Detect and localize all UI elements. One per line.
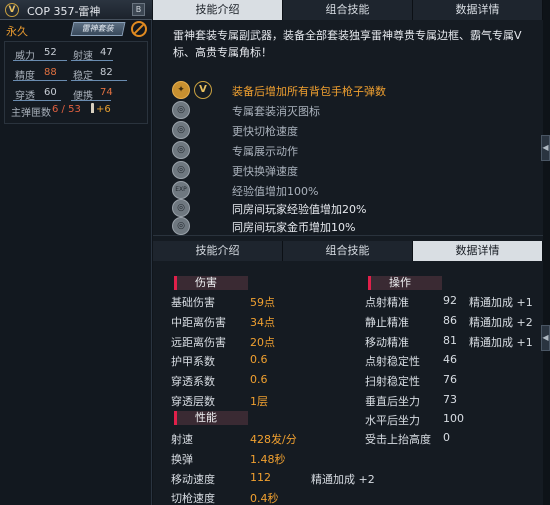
detail-panel: 技能介绍 组合技能 数据详情 雷神套装专属副武器，装备全部套装独享雷神尊贵专属边…	[153, 0, 543, 505]
exp-icon: EXP	[172, 181, 190, 199]
stat-label: 穿透层数	[171, 395, 215, 408]
ammo-bonus: +6	[96, 104, 111, 115]
stat-label: 护甲系数	[171, 355, 215, 368]
kill-icon: ◎	[172, 101, 190, 119]
swap-icon: ◎	[172, 121, 190, 139]
stat-bar	[13, 100, 61, 101]
stat-bar	[71, 60, 113, 61]
stat-value: 86	[443, 314, 457, 327]
mastery-bonus: 精通加成 +1	[469, 296, 533, 309]
stat-value: 1层	[250, 395, 268, 408]
reload-icon: ◎	[172, 161, 190, 179]
stat-value: 20点	[250, 336, 275, 349]
stat-value: 74	[100, 87, 113, 98]
weapon-name: COP 357-雷神	[27, 5, 101, 18]
stat-value: 34点	[250, 316, 275, 329]
stat-label: 切枪速度	[171, 492, 215, 505]
stat-value: 0.4秒	[250, 492, 279, 505]
stat-label: 受击上抬高度	[365, 433, 431, 446]
ammo-value: 6 / 53	[52, 104, 81, 115]
stat-value: 0.6	[250, 353, 268, 366]
tab-combo-skill[interactable]: 组合技能	[283, 241, 413, 261]
stat-label: 水平后坐力	[365, 414, 420, 427]
mastery-bonus: 精通加成 +1	[469, 336, 533, 349]
brand-tag: 雷神套装	[70, 22, 126, 36]
stat-value: 112	[250, 471, 271, 484]
feature-text: 更快切枪速度	[232, 125, 298, 138]
stat-value: 60	[44, 87, 57, 98]
feature-text: 经验值增加100%	[232, 185, 319, 198]
top-tab-bar: 技能介绍 组合技能 数据详情	[153, 0, 543, 20]
tab-data-details[interactable]: 数据详情	[413, 0, 543, 20]
stat-label: 移动精准	[365, 336, 409, 349]
tab-data-details[interactable]: 数据详情	[413, 241, 543, 261]
stat-bar	[71, 80, 127, 81]
bullet-icon	[91, 103, 94, 113]
showcase-icon: ◎	[172, 141, 190, 159]
duration-label: 永久	[6, 25, 28, 38]
stat-value: 92	[443, 294, 457, 307]
weapon-description: 雷神套装专属副武器，装备全部套装独享雷神尊贵专属边框、霸气专属V标、高贵专属角标…	[173, 29, 522, 59]
ammo-label: 主弹匣数	[11, 108, 51, 119]
stat-value: 428发/分	[250, 433, 297, 446]
scroll-edge	[543, 0, 550, 505]
stat-label: 射速	[171, 433, 193, 446]
detail-tab-bar: 技能介绍 组合技能 数据详情	[153, 241, 543, 261]
section-divider	[153, 235, 543, 236]
stat-value: 59点	[250, 296, 275, 309]
stat-value: 81	[443, 334, 457, 347]
v-badge-icon: V	[194, 81, 212, 99]
stat-value: 76	[443, 373, 457, 386]
stat-value: 52	[44, 47, 57, 58]
feature-text: 专属展示动作	[232, 145, 298, 158]
stat-value: 73	[443, 393, 457, 406]
team-exp-icon: ◎	[172, 199, 190, 217]
tab-combo-skill[interactable]: 组合技能	[283, 0, 413, 20]
feature-text: 装备后增加所有背包手枪子弹数	[232, 85, 386, 98]
stat-label: 基础伤害	[171, 296, 215, 309]
stat-value: 100	[443, 412, 464, 425]
chevron-left-icon[interactable]: ◀	[541, 325, 550, 351]
stat-value: 88	[44, 67, 57, 78]
performance-section-header: 性能	[174, 411, 248, 425]
feature-text: 更快换弹速度	[232, 165, 298, 178]
stat-value: 0	[443, 431, 450, 444]
feature-text: 同房间玩家经验值增加20%	[232, 203, 367, 216]
weapon-header: V COP 357-雷神 B	[0, 0, 152, 20]
mastery-bonus: 精通加成 +2	[469, 316, 533, 329]
stat-label: 扫射稳定性	[365, 375, 420, 388]
stat-label: 中距离伤害	[171, 316, 226, 329]
stat-bar	[13, 60, 67, 61]
stat-label: 垂直后坐力	[365, 395, 420, 408]
stat-label: 点射稳定性	[365, 355, 420, 368]
stat-value: 47	[100, 47, 113, 58]
stat-label: 远距离伤害	[171, 336, 226, 349]
stat-value: 82	[100, 67, 113, 78]
stat-label: 穿透系数	[171, 375, 215, 388]
stat-label: 静止精准	[365, 316, 409, 329]
stat-value: 46	[443, 353, 457, 366]
stat-bar	[13, 80, 67, 81]
tab-skill-intro[interactable]: 技能介绍	[153, 0, 283, 20]
weapon-info-panel: V COP 357-雷神 B 永久 雷神套装 威力 52 射速 47 精度 88…	[0, 0, 152, 505]
mastery-bonus: 精通加成 +2	[311, 473, 375, 486]
tab-skill-intro[interactable]: 技能介绍	[153, 241, 283, 261]
feature-text: 同房间玩家金币增加10%	[232, 221, 356, 234]
operation-section-header: 操作	[368, 276, 442, 290]
pistol-icon: ✦	[172, 81, 190, 99]
damage-section-header: 伤害	[174, 276, 248, 290]
stat-label: 移动速度	[171, 473, 215, 486]
stat-bar	[71, 100, 111, 101]
stat-value: 0.6	[250, 373, 268, 386]
stat-value: 1.48秒	[250, 453, 286, 466]
header-tag[interactable]: B	[132, 3, 145, 16]
feature-text: 专属套装消灭图标	[232, 105, 320, 118]
v-badge-icon: V	[5, 3, 19, 17]
stat-label: 点射精准	[365, 296, 409, 309]
stat-label: 换弹	[171, 453, 193, 466]
forbidden-icon	[131, 21, 147, 37]
chevron-left-icon[interactable]: ◀	[541, 135, 550, 161]
team-gold-icon: ◎	[172, 217, 190, 235]
